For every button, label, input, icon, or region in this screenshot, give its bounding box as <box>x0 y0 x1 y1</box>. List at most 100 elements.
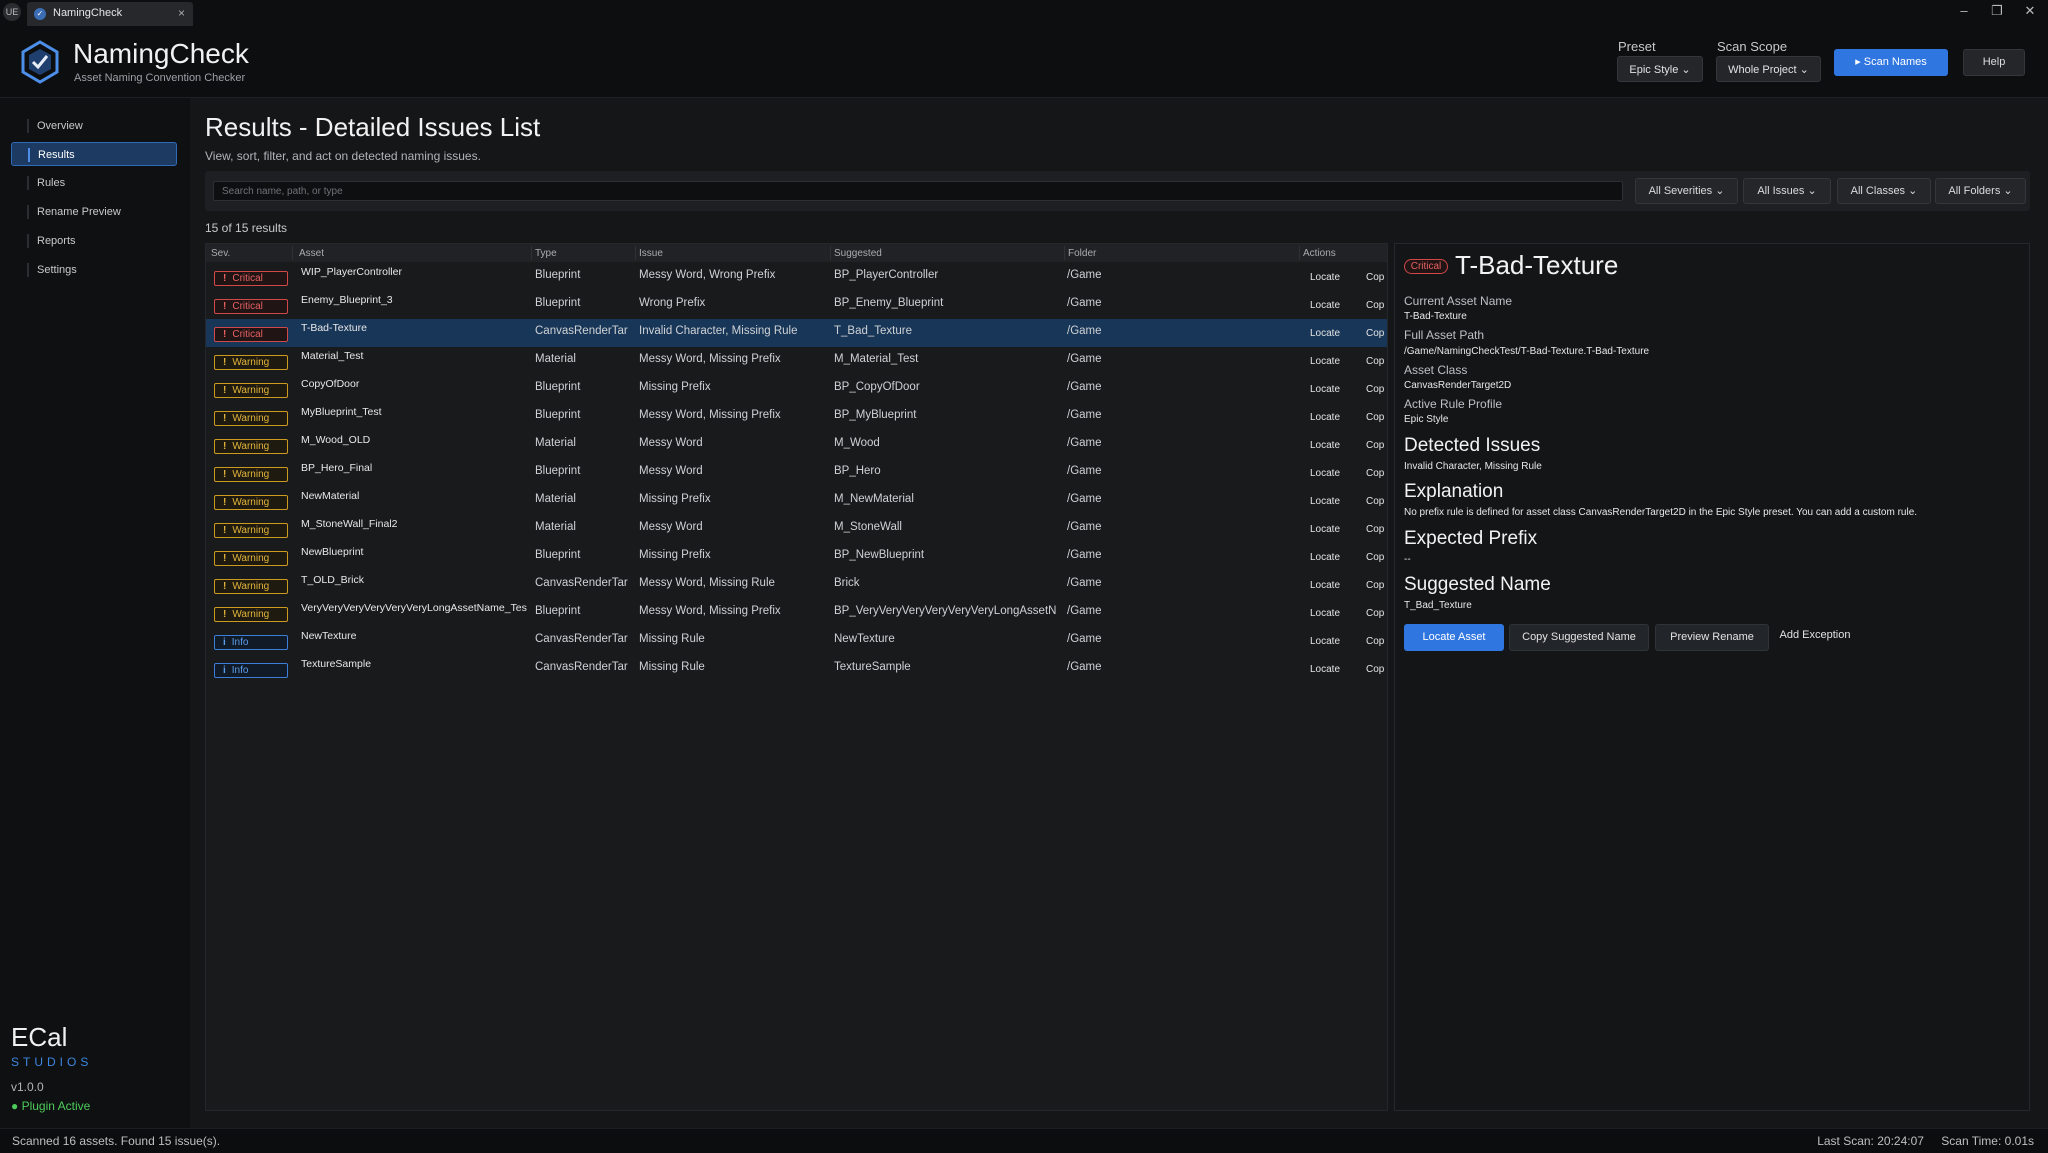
copy-button[interactable]: Cop <box>1366 496 1387 507</box>
app-subtitle: Asset Naming Convention Checker <box>74 72 246 84</box>
table-row[interactable]: ! Warning T_OLD_Brick CanvasRenderTar Messy … <box>206 571 1387 599</box>
column-header-asset[interactable]: Asset <box>299 248 324 259</box>
locate-button[interactable]: Locate <box>1310 440 1340 451</box>
locate-button[interactable]: Locate <box>1310 468 1340 479</box>
copy-button[interactable]: Cop <box>1366 440 1387 451</box>
document-tab[interactable]: ✓ NamingCheck × <box>27 2 193 26</box>
copy-button[interactable]: Cop <box>1366 468 1387 479</box>
severity-badge: ! Warning <box>214 607 288 622</box>
close-window-button[interactable]: ✕ <box>2018 3 2042 19</box>
copy-button[interactable]: Cop <box>1366 636 1387 647</box>
sidebar-item-results[interactable]: Results <box>11 142 177 166</box>
preset-dropdown[interactable]: Epic Style ⌄ <box>1617 56 1703 82</box>
table-row[interactable]: ! Warning CopyOfDoor Blueprint Missing Prefi… <box>206 375 1387 403</box>
column-header-severity[interactable]: Sev. <box>211 248 230 259</box>
column-header-type[interactable]: Type <box>535 248 557 259</box>
column-divider <box>292 246 293 260</box>
table-row[interactable]: ! Warning MyBlueprint_Test Blueprint Messy W… <box>206 403 1387 431</box>
locate-button[interactable]: Locate <box>1310 524 1340 535</box>
restore-window-button[interactable]: ❐ <box>1985 3 2009 19</box>
copy-button[interactable]: Cop <box>1366 580 1387 591</box>
copy-button[interactable]: Cop <box>1366 552 1387 563</box>
table-row[interactable]: ! Warning NewMaterial Material Missing Prefi… <box>206 487 1387 515</box>
locate-button[interactable]: Locate <box>1310 608 1340 619</box>
locate-button[interactable]: Locate <box>1310 272 1340 283</box>
suggested-name-cell: BP_CopyOfDoor <box>834 381 920 393</box>
severity-label: Warning <box>232 385 270 396</box>
locate-button[interactable]: Locate <box>1310 580 1340 591</box>
table-row[interactable]: ! Critical T-Bad-Texture CanvasRenderTar Inv… <box>206 319 1387 347</box>
asset-name-cell: BP_Hero_Final <box>301 462 373 474</box>
column-header-suggested[interactable]: Suggested <box>834 248 882 259</box>
copy-button[interactable]: Cop <box>1366 272 1387 283</box>
detail-severity-badge: Critical <box>1404 259 1448 274</box>
locate-asset-button[interactable]: Locate Asset <box>1404 624 1504 651</box>
scan-names-button[interactable]: ▸ Scan Names <box>1834 49 1948 76</box>
preview-rename-button[interactable]: Preview Rename <box>1655 624 1769 651</box>
locate-button[interactable]: Locate <box>1310 384 1340 395</box>
minimize-window-button[interactable]: – <box>1952 3 1976 18</box>
severity-badge: ! Warning <box>214 579 288 594</box>
search-input[interactable] <box>213 181 1623 201</box>
table-row[interactable]: ! Warning VeryVeryVeryVeryVeryVeryLongAsse… <box>206 599 1387 627</box>
severity-badge: ! Warning <box>214 383 288 398</box>
copy-button[interactable]: Cop <box>1366 328 1387 339</box>
sidebar-item-reports[interactable]: Reports <box>11 229 177 253</box>
scan-scope-dropdown[interactable]: Whole Project ⌄ <box>1716 56 1821 82</box>
locate-button[interactable]: Locate <box>1310 552 1340 563</box>
copy-button[interactable]: Cop <box>1366 664 1387 675</box>
table-row[interactable]: ! Critical Enemy_Blueprint_3 Blueprint Wrong… <box>206 291 1387 319</box>
copy-button[interactable]: Cop <box>1366 356 1387 367</box>
severity-label: Warning <box>232 469 270 480</box>
copy-button[interactable]: Cop <box>1366 412 1387 423</box>
locate-button[interactable]: Locate <box>1310 356 1340 367</box>
sidebar-item-settings[interactable]: Settings <box>11 258 177 282</box>
copy-button[interactable]: Cop <box>1366 608 1387 619</box>
severity-label: Critical <box>232 273 263 284</box>
folder-cell: /Game <box>1067 493 1102 505</box>
copy-button[interactable]: Cop <box>1366 384 1387 395</box>
table-row[interactable]: ! Critical WIP_PlayerController Blueprint Me… <box>206 263 1387 291</box>
sidebar-item-rules[interactable]: Rules <box>11 171 177 195</box>
copy-suggested-name-button[interactable]: Copy Suggested Name <box>1509 624 1649 651</box>
add-exception-button[interactable]: Add Exception <box>1775 622 1855 649</box>
table-row[interactable]: i Info NewTexture CanvasRenderTar Missing Ru… <box>206 627 1387 655</box>
severity-filter-dropdown[interactable]: All Severities ⌄ <box>1635 178 1738 204</box>
asset-name-cell: MyBlueprint_Test <box>301 406 382 418</box>
folder-cell: /Game <box>1067 521 1102 533</box>
issue-filter-dropdown[interactable]: All Issues ⌄ <box>1743 178 1831 204</box>
locate-button[interactable]: Locate <box>1310 636 1340 647</box>
tab-close-icon[interactable]: × <box>178 6 185 20</box>
rule-profile-label: Active Rule Profile <box>1404 397 1503 411</box>
table-row[interactable]: i Info TextureSample CanvasRenderTar Missing… <box>206 655 1387 683</box>
table-row[interactable]: ! Warning M_Wood_OLD Material Messy Word M_Wo… <box>206 431 1387 459</box>
locate-button[interactable]: Locate <box>1310 328 1340 339</box>
table-row[interactable]: ! Warning NewBlueprint Blueprint Missing Pre… <box>206 543 1387 571</box>
severity-icon: ! <box>223 553 227 564</box>
folder-filter-dropdown[interactable]: All Folders ⌄ <box>1935 178 2026 204</box>
locate-button[interactable]: Locate <box>1310 412 1340 423</box>
engine-logo-icon[interactable]: UE <box>3 3 21 21</box>
locate-button[interactable]: Locate <box>1310 300 1340 311</box>
window-title-bar: UE ✓ NamingCheck × – ❐ ✕ <box>0 0 2048 26</box>
class-filter-dropdown[interactable]: All Classes ⌄ <box>1837 178 1931 204</box>
column-header-folder[interactable]: Folder <box>1068 248 1096 259</box>
table-row[interactable]: ! Warning Material_Test Material Messy Word,… <box>206 347 1387 375</box>
sidebar-item-label: Rules <box>37 177 66 189</box>
severity-label: Critical <box>232 329 263 340</box>
locate-button[interactable]: Locate <box>1310 496 1340 507</box>
sidebar-item-rename-preview[interactable]: Rename Preview <box>11 200 177 224</box>
sidebar-item-overview[interactable]: Overview <box>11 114 177 138</box>
folder-cell: /Game <box>1067 549 1102 561</box>
help-button[interactable]: Help <box>1963 49 2025 76</box>
copy-button[interactable]: Cop <box>1366 524 1387 535</box>
locate-button[interactable]: Locate <box>1310 664 1340 675</box>
column-divider <box>635 246 636 260</box>
issue-cell: Wrong Prefix <box>639 297 706 309</box>
table-row[interactable]: ! Warning M_StoneWall_Final2 Material Messy … <box>206 515 1387 543</box>
column-header-issue[interactable]: Issue <box>639 248 663 259</box>
copy-button[interactable]: Cop <box>1366 300 1387 311</box>
table-row[interactable]: ! Warning BP_Hero_Final Blueprint Messy Word… <box>206 459 1387 487</box>
severity-label: Warning <box>232 497 270 508</box>
type-cell: Blueprint <box>535 269 581 281</box>
